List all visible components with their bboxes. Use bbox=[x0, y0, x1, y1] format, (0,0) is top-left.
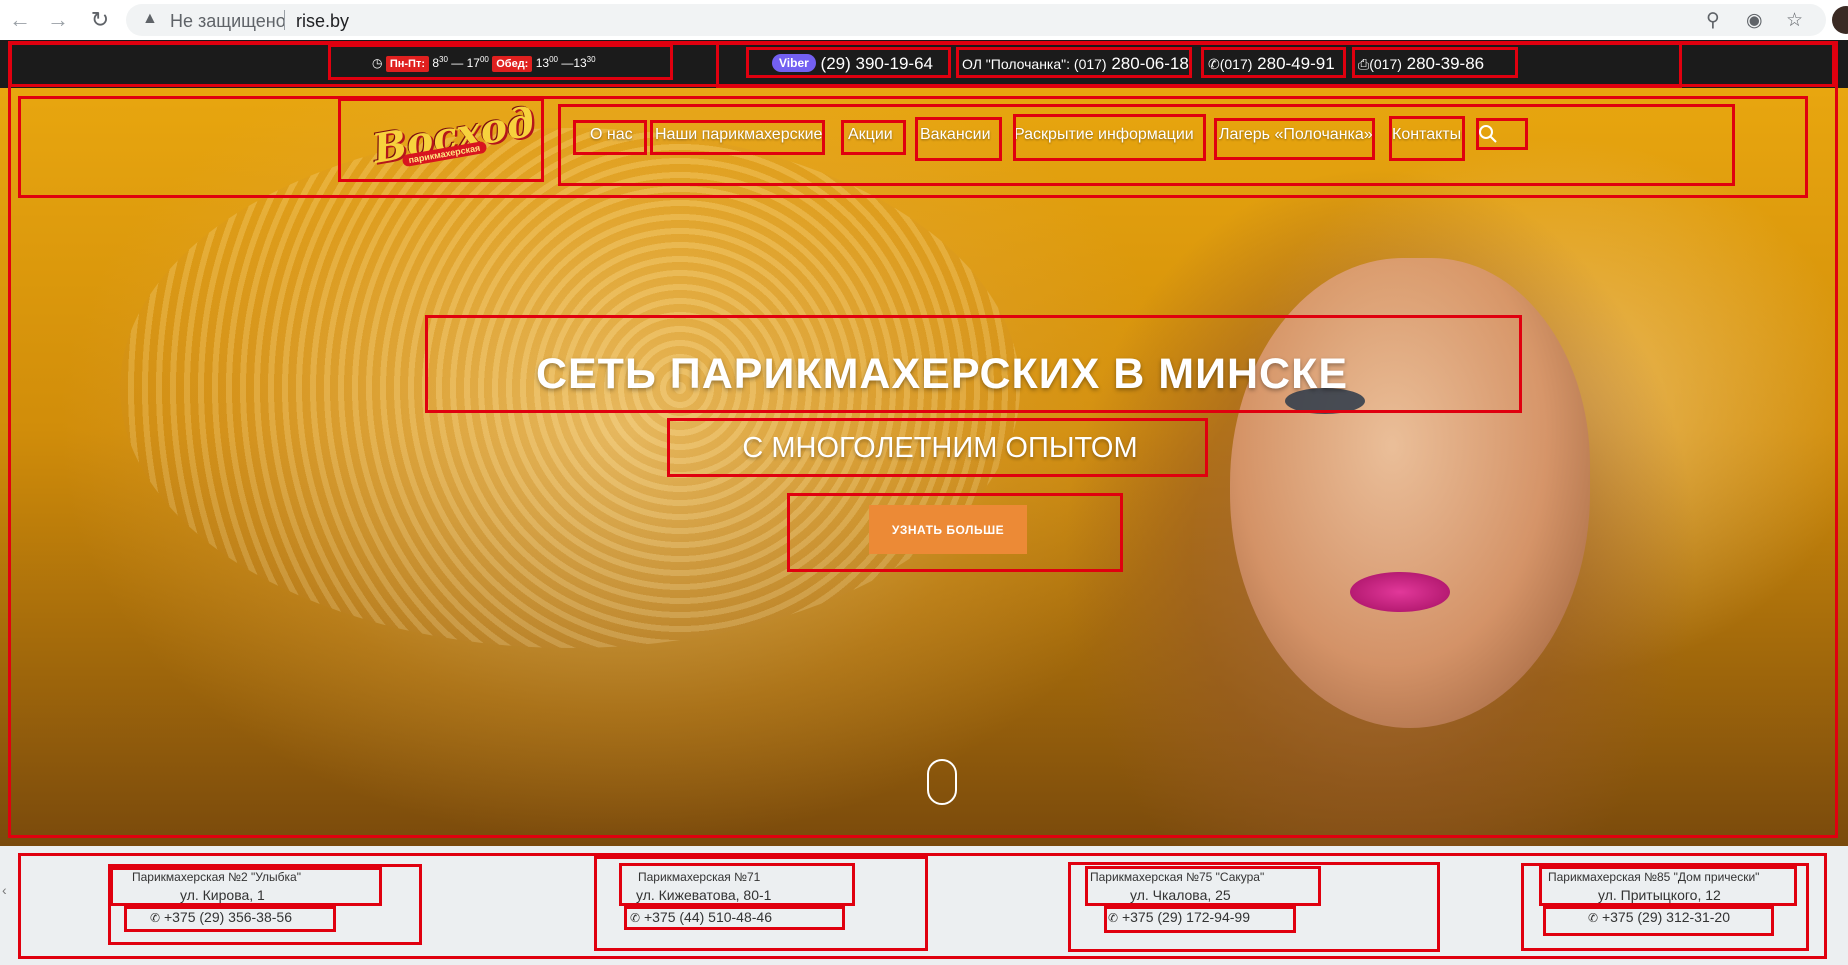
salon-card[interactable]: Парикмахерская №75 "Сакура" ул. Чкалова,… bbox=[1090, 870, 1350, 940]
working-hours: ◷ Пн-Пт: 830 — 1700 Обед: 1300 —1330 bbox=[372, 55, 596, 72]
salon-phone[interactable]: ✆ +375 (29) 312-31-20 bbox=[1588, 909, 1730, 925]
salon-card[interactable]: Парикмахерская №2 "Улыбка" ул. Кирова, 1… bbox=[132, 870, 392, 940]
salon-address: ул. Кирова, 1 bbox=[180, 887, 265, 903]
hero-model-lips bbox=[1350, 572, 1450, 612]
salon-address: ул. Притыцкого, 12 bbox=[1598, 887, 1721, 903]
work-to-hour: 17 bbox=[466, 56, 480, 70]
nav-disclosure[interactable]: Раскрытие информации bbox=[1014, 126, 1194, 144]
salon-phone[interactable]: ✆ +375 (29) 356-38-56 bbox=[150, 909, 292, 925]
hero-subtitle: С МНОГОЛЕТНИМ ОПЫТОМ bbox=[742, 432, 1138, 464]
camp-phone-number: 280-06-18 bbox=[1111, 54, 1189, 73]
viber-code: (29) bbox=[820, 54, 851, 73]
work-to-minutes: 00 bbox=[479, 55, 489, 64]
salon-phone-number: +375 (29) 172-94-99 bbox=[1121, 909, 1250, 925]
lunch-to-minutes: 30 bbox=[586, 55, 596, 64]
reload-icon[interactable]: ↻ bbox=[86, 6, 114, 34]
salon-name: Парикмахерская №71 bbox=[638, 870, 761, 884]
lunch-from-minutes: 00 bbox=[549, 55, 558, 64]
security-status[interactable]: Не защищено bbox=[170, 11, 286, 32]
salon-phone-number: +375 (44) 510-48-46 bbox=[643, 909, 772, 925]
lunch-to-hour: 13 bbox=[573, 56, 587, 70]
main-phone-code: (017) bbox=[1219, 56, 1253, 72]
days-tag: Пн-Пт: bbox=[385, 56, 429, 72]
salon-phone-number: +375 (29) 312-31-20 bbox=[1601, 909, 1730, 925]
search-icon[interactable] bbox=[1478, 124, 1498, 144]
nav-salons[interactable]: Наши парикмахерские bbox=[655, 126, 822, 144]
salon-card[interactable]: Парикмахерская №85 "Дом прически" ул. Пр… bbox=[1548, 870, 1808, 940]
work-from-minutes: 30 bbox=[439, 55, 448, 64]
forward-arrow-icon[interactable]: → bbox=[44, 6, 72, 34]
url-text[interactable]: rise.by bbox=[296, 11, 349, 32]
phone-icon: ✆ bbox=[150, 911, 161, 925]
nav-promotions[interactable]: Акции bbox=[848, 126, 893, 144]
back-arrow-icon[interactable]: ← bbox=[6, 6, 34, 34]
salon-card[interactable]: Парикмахерская №71 ул. Кижеватова, 80-1 … bbox=[630, 870, 896, 940]
lunch-dash: — bbox=[561, 56, 574, 70]
hero-title: СЕТЬ ПАРИКМАХЕРСКИХ В МИНСКЕ bbox=[535, 350, 1349, 398]
camp-phone-prefix: ОЛ "Полочанка": (017) bbox=[962, 56, 1107, 72]
nav-camp[interactable]: Лагерь «Полочанка» bbox=[1219, 126, 1373, 144]
main-phone-number: 280-49-91 bbox=[1257, 54, 1335, 73]
star-icon[interactable]: ☆ bbox=[1786, 9, 1803, 32]
scroll-down-icon[interactable] bbox=[927, 759, 957, 805]
viber-badge: Viber bbox=[772, 54, 816, 72]
salon-address: ул. Чкалова, 25 bbox=[1130, 887, 1231, 903]
viber-contact[interactable]: Viber (29) 390-19-64 bbox=[772, 54, 933, 74]
lunch-tag: Обед: bbox=[492, 56, 533, 72]
phone-icon: ✆ bbox=[630, 911, 641, 925]
phone-icon: ✆ bbox=[1588, 911, 1599, 925]
viber-number: 390-19-64 bbox=[855, 54, 934, 73]
salon-phone[interactable]: ✆ +375 (44) 510-48-46 bbox=[630, 909, 772, 925]
fax-phone[interactable]: ⎙(017) 280-39-86 bbox=[1358, 54, 1484, 74]
carousel-prev-icon[interactable]: ‹ bbox=[2, 882, 7, 898]
eye-off-icon[interactable]: ◉ bbox=[1746, 9, 1763, 32]
salon-address: ул. Кижеватова, 80-1 bbox=[636, 887, 772, 903]
fax-number: 280-39-86 bbox=[1406, 54, 1485, 73]
fax-code: (017) bbox=[1369, 56, 1402, 72]
salon-name: Парикмахерская №2 "Улыбка" bbox=[132, 870, 301, 884]
main-phone[interactable]: ✆(017) 280-49-91 bbox=[1208, 54, 1335, 74]
hero-model-face bbox=[1230, 258, 1590, 728]
work-dash: — bbox=[451, 56, 464, 70]
phone-icon: ✆ bbox=[1108, 911, 1119, 925]
site-logo[interactable]: Восход парикмахерская bbox=[369, 98, 538, 173]
salon-name: Парикмахерская №85 "Дом прически" bbox=[1548, 870, 1760, 884]
fax-icon: ⎙ bbox=[1358, 56, 1370, 72]
salon-phone-number: +375 (29) 356-38-56 bbox=[163, 909, 292, 925]
nav-vacancies[interactable]: Вакансии bbox=[920, 126, 991, 144]
top-info-bar: ◷ Пн-Пт: 830 — 1700 Обед: 1300 —1330 Vib… bbox=[0, 40, 1848, 88]
clock-icon: ◷ bbox=[372, 56, 383, 70]
hero-banner: Восход парикмахерская О нас Наши парикма… bbox=[0, 88, 1848, 846]
nav-about[interactable]: О нас bbox=[590, 126, 633, 144]
salon-phone[interactable]: ✆ +375 (29) 172-94-99 bbox=[1108, 909, 1250, 925]
address-separator bbox=[284, 10, 285, 30]
camp-phone[interactable]: ОЛ "Полочанка": (017) 280-06-18 bbox=[962, 54, 1189, 74]
phone-icon: ✆ bbox=[1208, 56, 1220, 72]
nav-contacts[interactable]: Контакты bbox=[1392, 126, 1461, 144]
address-bar[interactable]: ▲ Не защищено rise.by ⚲ ◉ ☆ bbox=[126, 4, 1826, 36]
profile-avatar[interactable] bbox=[1832, 6, 1848, 34]
warning-icon[interactable]: ▲ bbox=[142, 10, 158, 28]
salons-strip: ‹ Парикмахерская №2 "Улыбка" ул. Кирова,… bbox=[0, 846, 1848, 965]
salon-name: Парикмахерская №75 "Сакура" bbox=[1090, 870, 1265, 884]
lunch-from-hour: 13 bbox=[535, 56, 550, 70]
zoom-icon[interactable]: ⚲ bbox=[1706, 9, 1720, 32]
learn-more-button[interactable]: УЗНАТЬ БОЛЬШЕ bbox=[869, 505, 1027, 554]
browser-toolbar: ← → ↻ ▲ Не защищено rise.by ⚲ ◉ ☆ bbox=[0, 0, 1848, 40]
